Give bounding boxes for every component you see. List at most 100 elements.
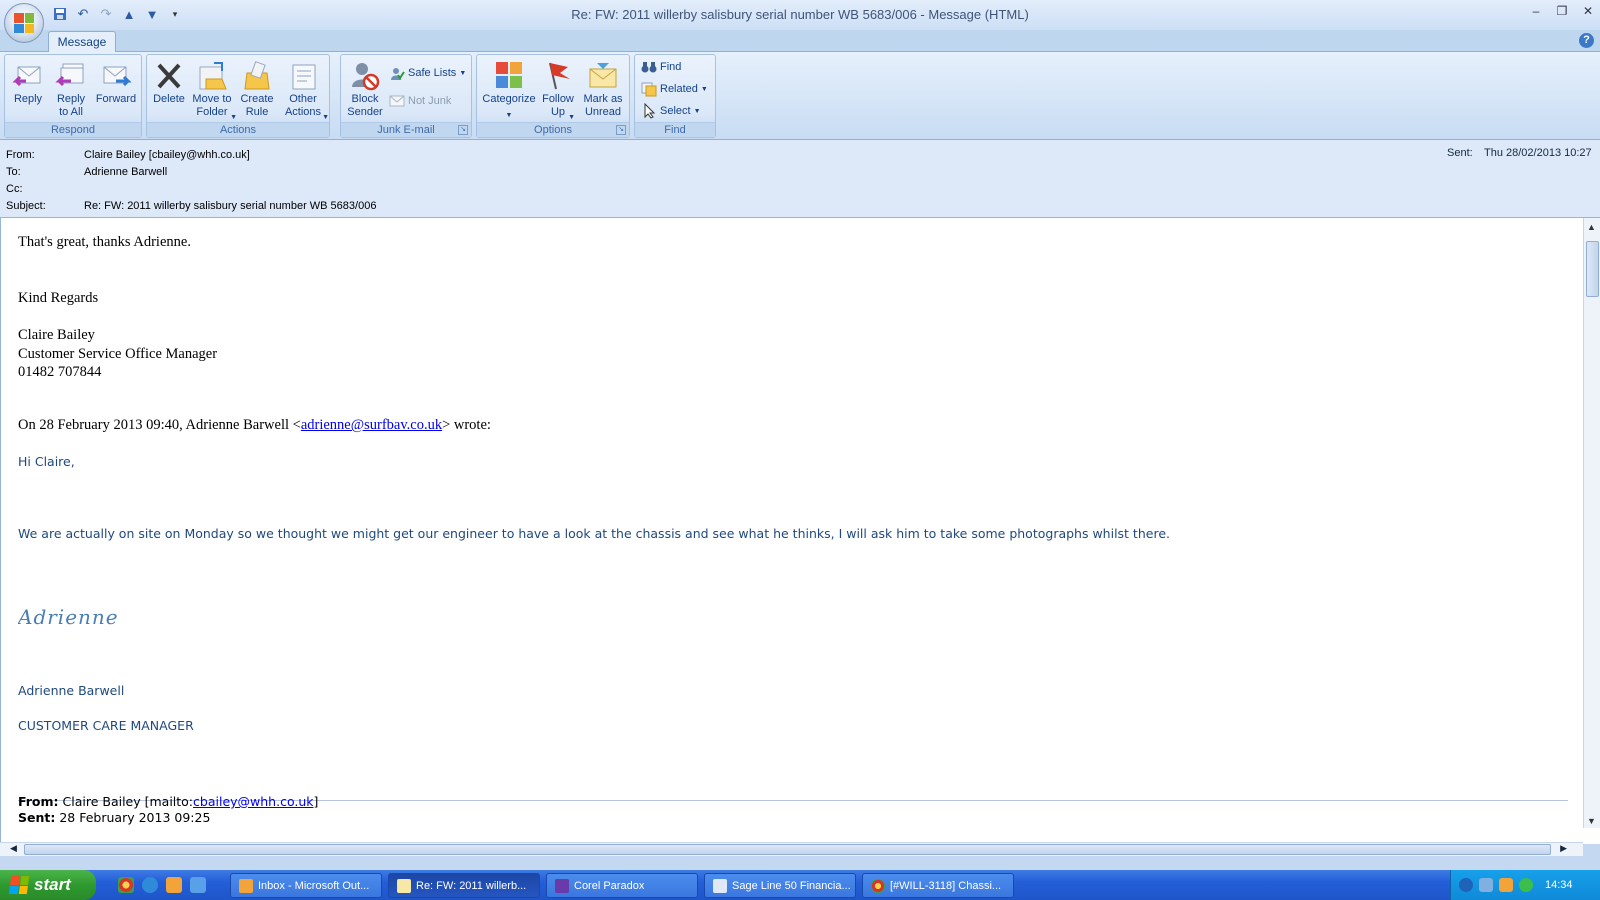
chrome-icon[interactable] (118, 877, 134, 893)
clock: 14:34 (1545, 879, 1573, 891)
horizontal-scroll-thumb[interactable] (24, 844, 1551, 855)
show-desktop-icon[interactable] (190, 877, 206, 893)
taskbar-item-corel-paradox[interactable]: Corel Paradox (546, 873, 698, 898)
message-body: That's great, thanks Adrienne. Kind Rega… (0, 218, 1600, 844)
signature-phone: 01482 707844 (18, 364, 102, 380)
scroll-up-icon[interactable]: ▲ (1587, 222, 1596, 232)
internet-explorer-icon[interactable] (142, 877, 158, 893)
mailto-link[interactable]: cbailey@whh.co.uk (193, 794, 313, 809)
mark-as-unread-button[interactable]: Mark as Unread (579, 57, 627, 121)
window-title: Re: FW: 2011 willerby salisbury serial n… (571, 7, 1029, 22)
safe-lists-button[interactable]: Safe Lists ▼ (389, 63, 466, 83)
chrome-icon (871, 878, 885, 893)
find-button[interactable]: Find (641, 57, 681, 77)
ribbon: Reply Reply to All Forward Respond Delet… (0, 52, 1600, 140)
scroll-right-icon[interactable]: ▶ (1560, 843, 1567, 854)
title-bar: ↶ ↷ ▲ ▼ ▾ Re: FW: 2011 willerby salisbur… (0, 0, 1600, 43)
not-junk-button[interactable]: Not Junk (389, 91, 451, 111)
reply-all-button[interactable]: Reply to All (51, 57, 91, 121)
related-button[interactable]: Related ▼ (641, 79, 708, 99)
reply-button[interactable]: Reply (9, 57, 47, 121)
forward-button[interactable]: Forward (93, 57, 139, 121)
move-to-folder-button[interactable]: Move to Folder ▼ (189, 57, 237, 121)
cursor-icon (641, 102, 657, 119)
dropdown-arrow-icon: ▼ (230, 114, 237, 121)
not-junk-icon (389, 93, 405, 109)
outlook-icon[interactable] (166, 877, 182, 893)
paradox-icon (555, 878, 569, 893)
dropdown-arrow-icon: ▼ (568, 114, 575, 121)
other-actions-button[interactable]: Other Actions ▼ (279, 57, 329, 121)
block-sender-button[interactable]: Block Sender (345, 57, 385, 121)
office-button[interactable] (4, 3, 44, 43)
sage-icon (713, 878, 727, 893)
horizontal-scrollbar[interactable]: ◀ ▶ (0, 842, 1583, 856)
to-label: To: (6, 166, 21, 178)
restore-button[interactable]: ❐ (1554, 4, 1570, 20)
windows-logo-icon (8, 876, 30, 894)
delete-button[interactable]: Delete (151, 57, 187, 121)
group-label-actions: Actions (147, 122, 329, 137)
to-value[interactable]: Adrienne Barwell (84, 164, 167, 180)
taskbar: start Inbox - Microsoft Out... Re: FW: 2… (0, 870, 1600, 900)
sent-value: Thu 28/02/2013 10:27 (1484, 147, 1592, 159)
body-regards: Kind Regards (18, 290, 99, 306)
signature-title: Customer Service Office Manager (18, 346, 218, 362)
group-label-junk-email: Junk E-mail (341, 122, 471, 137)
tab-message[interactable]: Message (48, 31, 116, 53)
create-rule-button[interactable]: Create Rule (237, 57, 277, 121)
taskbar-item-message[interactable]: Re: FW: 2011 willerb... (388, 873, 540, 898)
office-logo-icon (14, 13, 34, 33)
quoted-paragraph: We are actually on site on Monday so we … (18, 526, 1170, 541)
from-value[interactable]: Claire Bailey [cbailey@whh.co.uk] (84, 147, 250, 163)
options-dialog-launcher-icon[interactable]: ↘ (616, 125, 626, 135)
group-label-find: Find (635, 122, 715, 137)
categorize-icon (493, 59, 525, 93)
delete-icon (153, 59, 185, 93)
vertical-scroll-thumb[interactable] (1586, 241, 1599, 297)
email-link[interactable]: adrienne@surfbav.co.uk (301, 417, 442, 433)
network-icon[interactable] (1479, 878, 1493, 892)
system-tray: 14:34 (1450, 870, 1600, 900)
dropdown-arrow-icon: ▼ (505, 112, 513, 119)
safe-lists-icon (389, 65, 405, 81)
body-line-thanks: That's great, thanks Adrienne. (18, 234, 191, 250)
group-find: Find Related ▼ Select ▼ Find (634, 54, 716, 138)
scroll-down-icon[interactable]: ▼ (1587, 816, 1596, 826)
taskbar-item-chrome-issue[interactable]: [#WILL-3118] Chassi... (862, 873, 1014, 898)
start-button[interactable]: start (0, 870, 96, 900)
junk-dialog-launcher-icon[interactable]: ↘ (458, 125, 468, 135)
quote-intro: On 28 February 2013 09:40, Adrienne Barw… (18, 417, 491, 433)
group-label-options: Options (477, 122, 629, 137)
taskbar-item-sage[interactable]: Sage Line 50 Financia... (704, 873, 856, 898)
select-button[interactable]: Select ▼ (641, 101, 701, 121)
other-actions-icon (287, 59, 319, 93)
envelope-icon (397, 878, 411, 893)
vertical-scrollbar[interactable]: ▲ ▼ (1583, 218, 1600, 828)
minimize-button[interactable]: – (1528, 4, 1544, 20)
related-icon (641, 81, 657, 97)
dropdown-arrow-icon: ▼ (322, 114, 329, 121)
ribbon-tab-row: Message ? (0, 30, 1600, 53)
outlook-tray-icon[interactable] (1499, 878, 1513, 892)
categorize-button[interactable]: Categorize ▼ (481, 57, 537, 121)
reply-icon (12, 59, 44, 93)
quoted-greeting: Hi Claire, (18, 454, 75, 469)
reply-all-icon (55, 59, 87, 93)
status-icon[interactable] (1519, 878, 1533, 892)
help-icon[interactable]: ? (1579, 33, 1594, 48)
dropdown-arrow-icon: ▼ (700, 85, 708, 93)
sent-label: Sent: (1447, 147, 1473, 159)
taskbar-item-inbox[interactable]: Inbox - Microsoft Out... (230, 873, 382, 898)
group-junk-email: Block Sender Safe Lists ▼ Not Junk Junk … (340, 54, 472, 138)
subject-value: Re: FW: 2011 willerby salisbury serial n… (84, 200, 377, 212)
group-actions: Delete Move to Folder ▼ Create Rule Othe… (146, 54, 330, 138)
outlook-icon (239, 878, 253, 893)
tray-arrow-icon[interactable] (1459, 878, 1473, 892)
close-button[interactable]: ✕ (1580, 4, 1596, 20)
group-options: Categorize ▼ Follow Up ▼ Mark as Unread … (476, 54, 630, 138)
scroll-left-icon[interactable]: ◀ (10, 843, 17, 854)
create-rule-icon (241, 59, 273, 93)
follow-up-button[interactable]: Follow Up ▼ (539, 57, 577, 121)
binoculars-icon (641, 59, 657, 75)
